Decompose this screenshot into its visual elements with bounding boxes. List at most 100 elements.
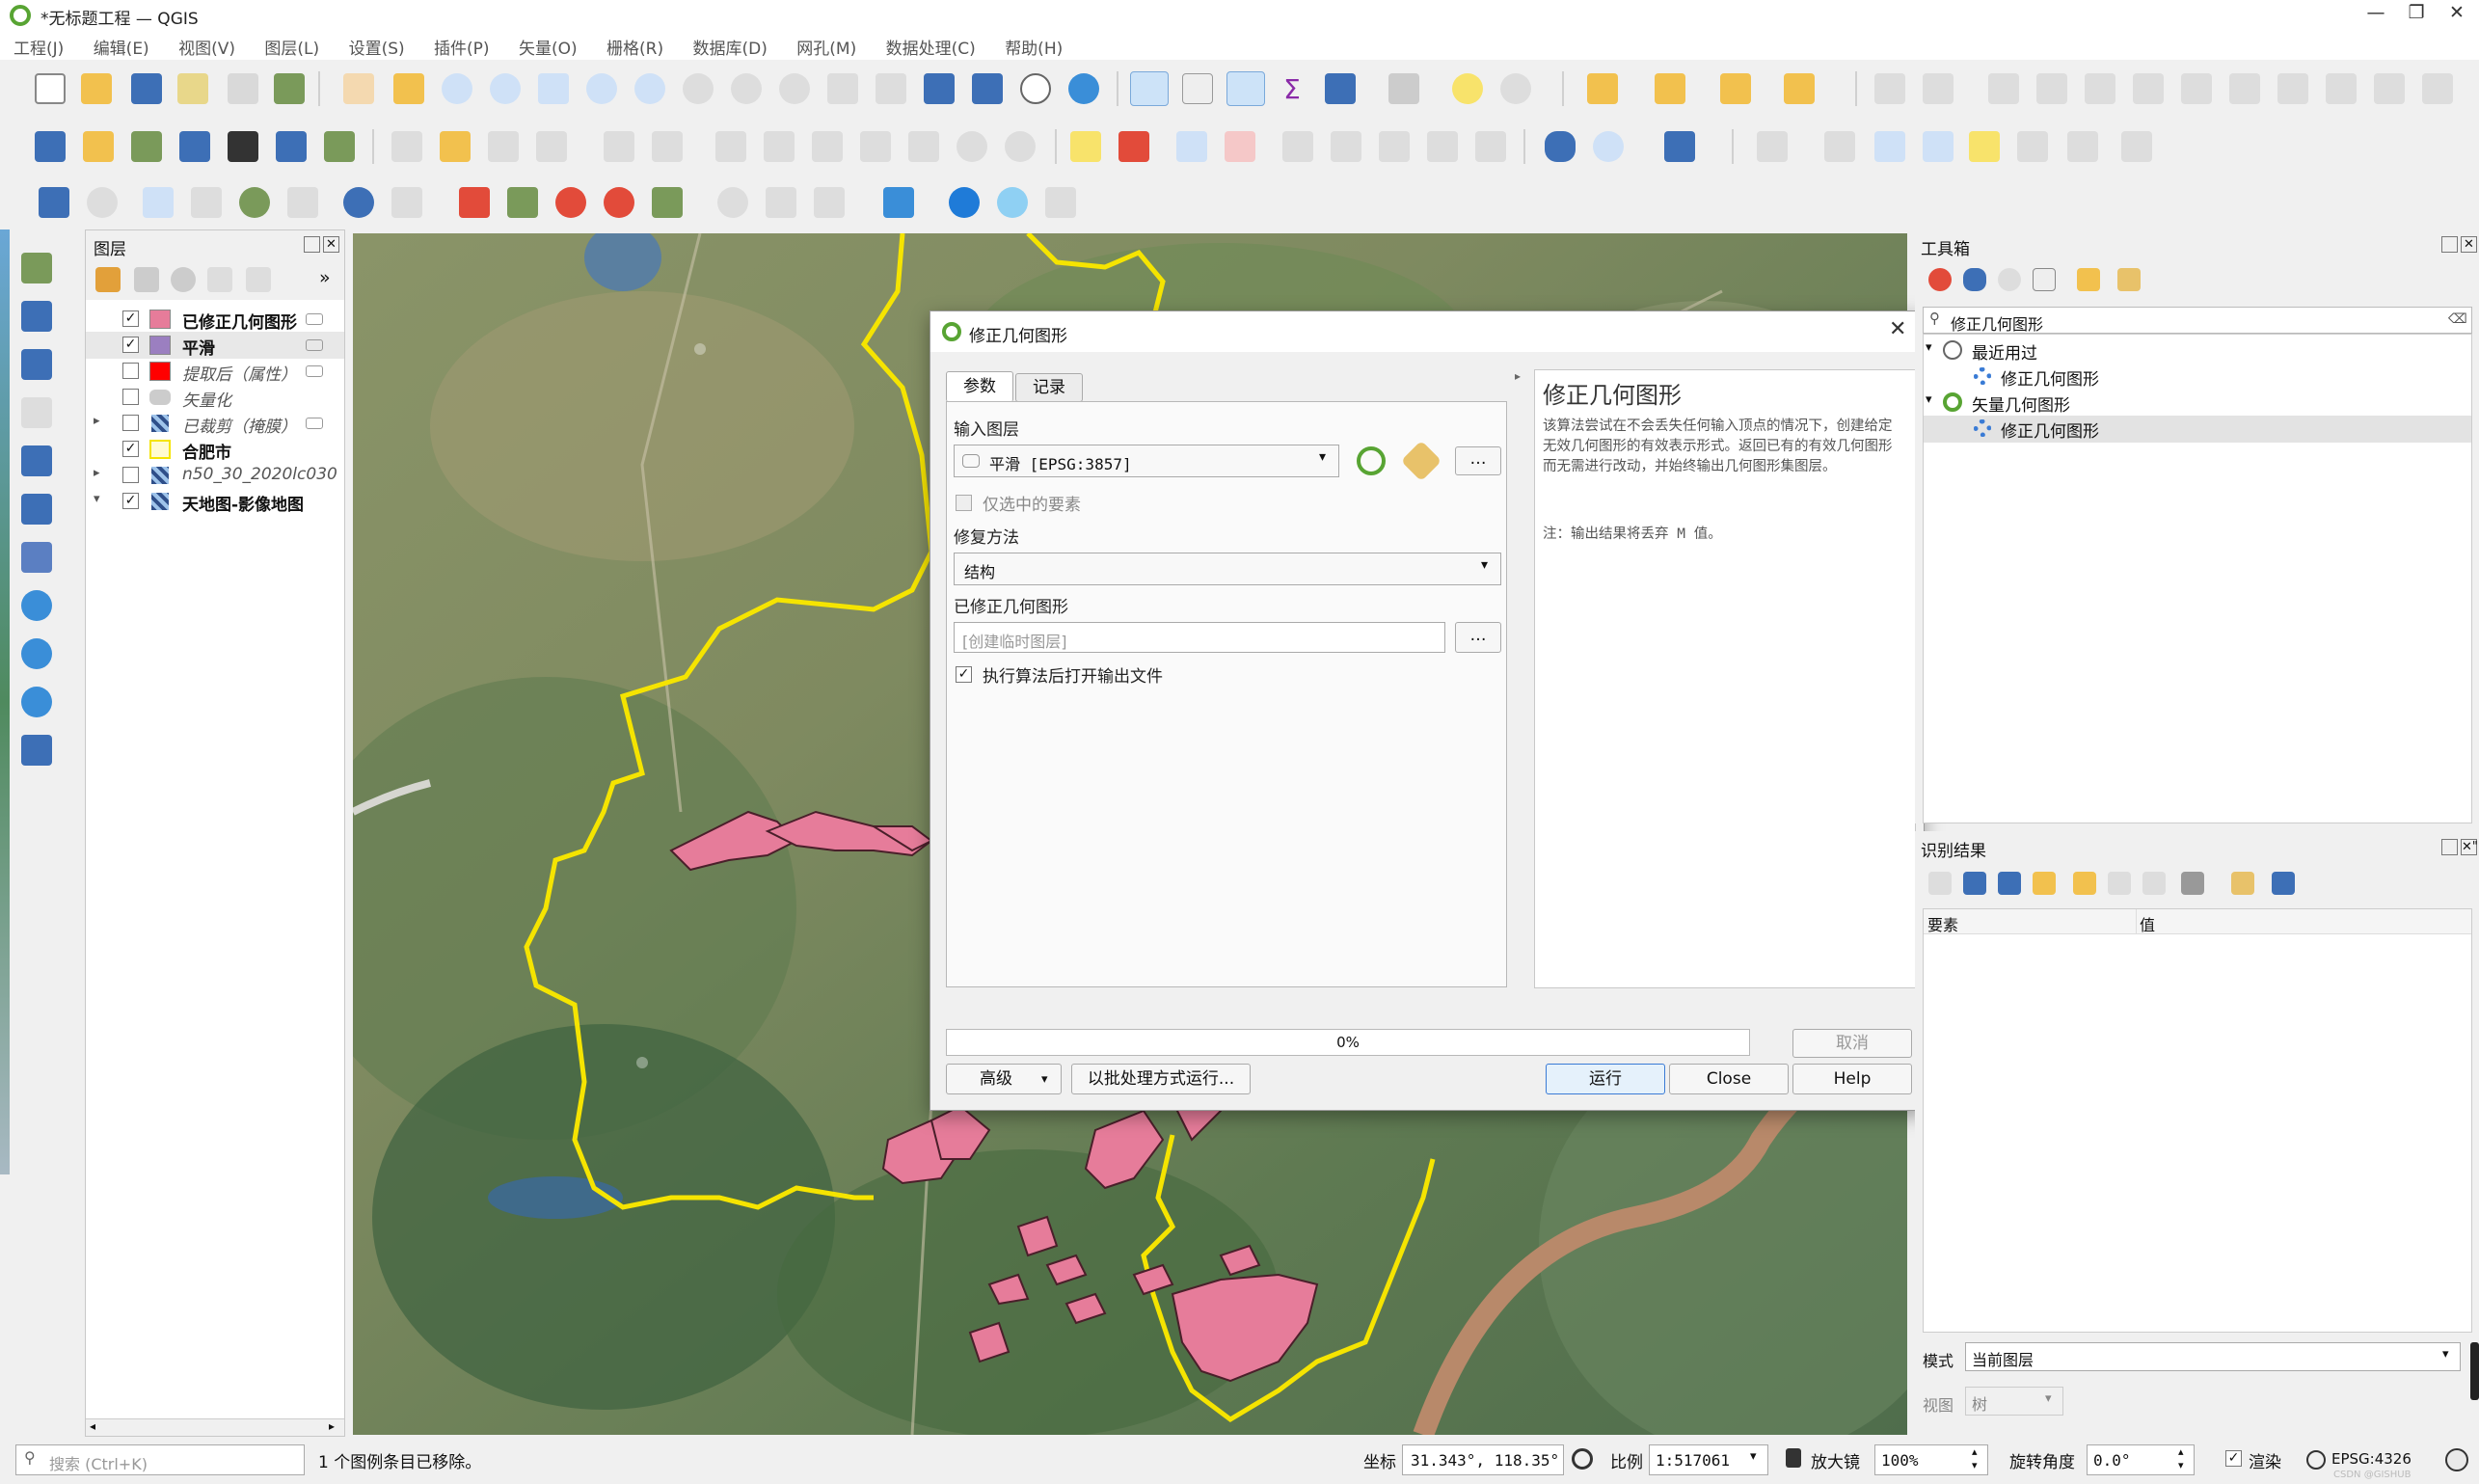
layer-checkbox[interactable]: ✓ [122,493,139,509]
new-shapefile-layer-icon[interactable] [179,131,210,162]
view-combo[interactable]: 树 ▾ [1965,1387,2063,1416]
add-mesh-layer-icon[interactable] [324,131,355,162]
add-mesh-icon[interactable] [21,349,52,380]
scroll-right-icon[interactable]: ▸ [329,1419,335,1433]
close-button[interactable]: Close [1669,1064,1789,1094]
layer-indicator-icon[interactable] [306,418,323,429]
merge-features-icon[interactable] [2374,73,2405,104]
xy-tool-icon[interactable] [766,187,796,218]
toggle-editing-pencil-icon[interactable] [440,131,471,162]
menu-layer[interactable]: 图层(L) [264,35,319,59]
selected-only-checkbox[interactable] [956,495,972,511]
repair-method-combo[interactable]: 结构 ▾ [954,553,1501,585]
output-field[interactable]: [创建临时图层] [954,622,1445,653]
add-vector-icon[interactable] [21,253,52,283]
layer-checkbox[interactable] [122,389,139,405]
layer-row[interactable]: 矢量化 [86,384,344,411]
layer-row[interactable]: ▸ n50_30_2020lc030 [86,462,344,489]
globe-icon[interactable] [717,187,748,218]
zoom-next-icon[interactable] [779,73,810,104]
open-project-icon[interactable] [81,73,112,104]
menu-project[interactable]: 工程(J) [13,35,64,59]
circle-digitize-icon[interactable] [191,187,222,218]
help-button[interactable]: Help [1792,1064,1912,1094]
spin-arrows-icon[interactable]: ▴ ▾ [2178,1445,2184,1472]
zoom-scale-icon[interactable] [604,187,634,218]
pan-to-selection-icon[interactable] [393,73,424,104]
float-panel-icon[interactable] [2441,839,2458,855]
modify-attributes-icon[interactable] [652,131,683,162]
zoom-point-icon[interactable] [555,187,586,218]
input-layer-combo[interactable]: 平滑 [EPSG:3857] ▾ [954,445,1339,477]
open-attribute-table-icon[interactable] [1182,73,1213,104]
layout-manager-icon[interactable] [228,73,258,104]
scale-combo[interactable]: 1:517061 ▾ [1649,1444,1768,1475]
shape-digitize-icon[interactable] [143,187,174,218]
rotate-point-symbols-icon[interactable] [2422,73,2453,104]
offset-curve-icon[interactable] [2229,73,2260,104]
reshape-features-icon[interactable] [2181,73,2212,104]
cancel-button[interactable]: 取消 [1792,1029,1912,1058]
menu-processing[interactable]: 数据处理(C) [886,35,976,59]
input-browse-button[interactable]: … [1455,446,1501,475]
rotate-label-icon[interactable] [1379,131,1410,162]
menu-mesh[interactable]: 网孔(M) [796,35,856,59]
new-geopackage-layer-icon[interactable] [83,131,114,162]
add-spatialite-icon[interactable] [21,445,52,476]
gear-settings-icon[interactable] [949,187,980,218]
menu-settings[interactable]: 设置(S) [349,35,405,59]
messages-icon[interactable] [2445,1448,2468,1471]
float-panel-icon[interactable] [304,236,320,253]
create-marker-annotation-icon[interactable] [1969,131,2000,162]
refresh-icon[interactable] [1068,73,1099,104]
history-icon[interactable] [1998,268,2021,291]
zoom-last-icon[interactable] [731,73,762,104]
layer-row[interactable]: ✓ 合肥市 [86,436,344,463]
layer-diagram-icon[interactable] [1118,131,1149,162]
add-postgis-icon[interactable] [21,542,52,573]
zoom-native-icon[interactable] [683,73,714,104]
layer-row[interactable]: ✓ 平滑 [86,332,344,359]
scroll-left-icon[interactable]: ◂ [90,1419,95,1433]
add-wcs-icon[interactable] [21,687,52,717]
lock-scale-icon[interactable] [1786,1448,1801,1468]
python-scripts-icon[interactable] [1963,268,1986,291]
label-toolbar-icon[interactable] [1070,131,1101,162]
magnifier-spinbox[interactable]: 100% ▴ ▾ [1874,1444,1988,1475]
zoom-selection-icon[interactable] [586,73,617,104]
annotation-icon[interactable] [1500,73,1531,104]
menu-edit[interactable]: 编辑(E) [94,35,149,59]
expand-all-icon[interactable] [1963,872,1986,895]
create-polygon-annotation-icon[interactable] [1874,131,1905,162]
spin-arrows-icon[interactable]: ▴ ▾ [1972,1445,1978,1472]
layer-checkbox[interactable] [122,363,139,379]
add-delimited-text-icon[interactable] [21,397,52,428]
layer-row[interactable]: ✓ 已修正几何图形 [86,306,344,333]
pan-hand-icon[interactable] [343,73,374,104]
zoom-full-icon[interactable] [538,73,569,104]
crs-globe-icon[interactable] [2306,1450,2326,1470]
zoom-in-icon[interactable] [442,73,472,104]
info-icon[interactable] [343,187,374,218]
clear-search-icon[interactable]: ⌫ [2448,311,2467,327]
layer-row[interactable]: 提取后（属性） [86,358,344,385]
advanced-button[interactable]: 高级 ▾ [946,1064,1062,1094]
layers-horizontal-scrollbar[interactable]: ◂ ▸ [86,1418,344,1436]
toggle-coordinate-icon[interactable] [1572,1448,1593,1470]
add-virtual-layer-icon[interactable] [21,494,52,525]
delete-part-icon[interactable] [2133,73,2164,104]
collapse-arrow-icon[interactable]: ▾ [1926,392,1932,407]
show-bookmarks-icon[interactable] [972,73,1003,104]
zoom-layer-icon[interactable] [634,73,665,104]
new-virtual-layer-icon[interactable] [276,131,307,162]
mode-combo[interactable]: 当前图层 ▾ [1965,1342,2461,1371]
snapping-icon[interactable] [87,187,118,218]
zoom-out-icon[interactable] [490,73,521,104]
new-map-view-icon[interactable] [827,73,858,104]
style-manager-icon[interactable] [274,73,305,104]
more-tools-icon[interactable]: » [319,267,331,288]
tab-log[interactable]: 记录 [1015,373,1083,402]
add-ring-icon[interactable] [1923,73,1954,104]
capture-extent-icon[interactable] [652,187,683,218]
crs-label[interactable]: EPSG:4326 [2331,1450,2412,1468]
